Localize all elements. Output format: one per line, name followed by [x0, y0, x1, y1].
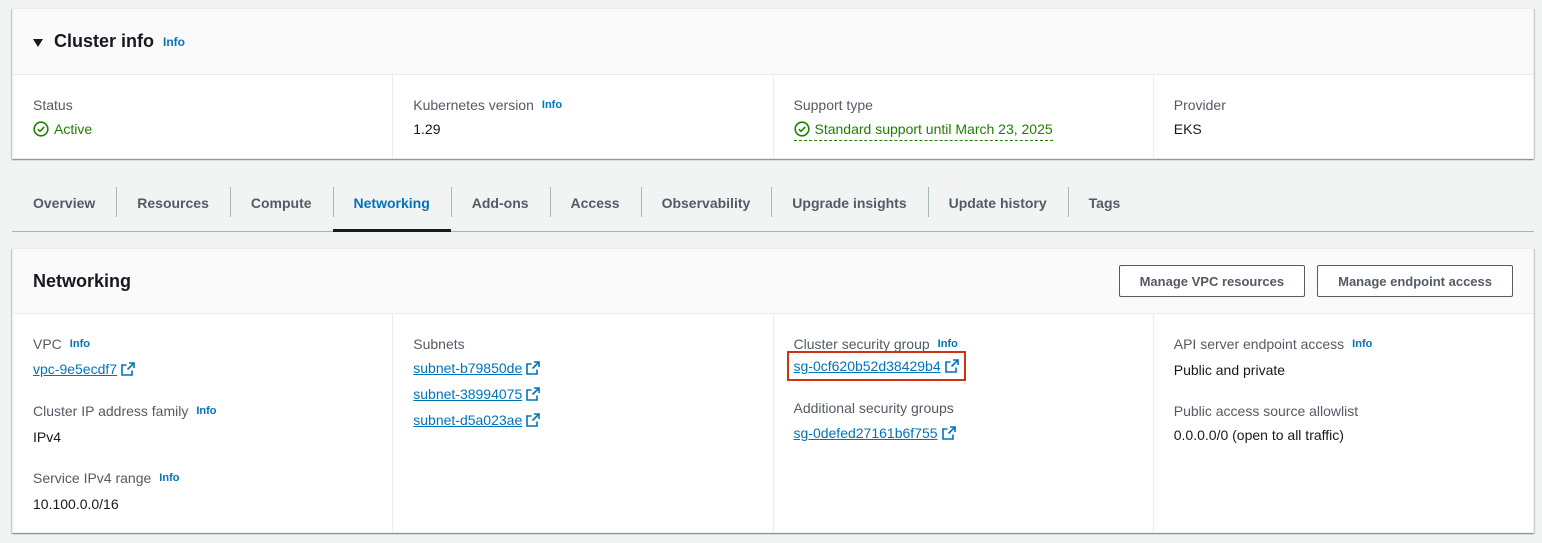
endpoint-column: API server endpoint access Info Public a…	[1152, 314, 1533, 533]
tab-update-history[interactable]: Update history	[927, 175, 1068, 231]
tab-observability[interactable]: Observability	[640, 175, 772, 231]
allowlist-value: 0.0.0.0/0 (open to all traffic)	[1174, 425, 1513, 445]
caret-down-icon[interactable]	[33, 38, 43, 47]
subnet-link-text: subnet-d5a023ae	[413, 412, 523, 428]
vpc-link-text: vpc-9e5ecdf7	[33, 361, 118, 377]
subnets-column: Subnets subnet-b79850de subnet-38994075 …	[392, 314, 772, 533]
subnet-link-text: subnet-b79850de	[413, 360, 523, 376]
k8s-version-label-text: Kubernetes version	[413, 97, 534, 113]
status-text: Active	[54, 121, 93, 137]
ip-family-label: Cluster IP address family Info	[33, 401, 372, 421]
external-link-icon	[526, 413, 541, 427]
additional-sg-link[interactable]: sg-0defed27161b6f755	[794, 423, 956, 443]
external-link-icon	[941, 426, 956, 440]
tab-access[interactable]: Access	[549, 175, 641, 231]
status-column: Status Active	[13, 75, 392, 159]
provider-value: EKS	[1173, 121, 1202, 137]
status-value: Active	[33, 119, 372, 139]
vpc-label-text: VPC	[33, 336, 62, 352]
external-link-icon	[121, 362, 135, 376]
ip-family-label-text: Cluster IP address family	[33, 403, 189, 419]
cluster-info-panel: Cluster info Info Status Active Kubernet…	[12, 8, 1534, 159]
tab-compute[interactable]: Compute	[229, 175, 333, 231]
subnet-link[interactable]: subnet-b79850de	[413, 358, 541, 378]
tab-resources[interactable]: Resources	[116, 175, 230, 231]
endpoint-access-label-text: API server endpoint access	[1173, 336, 1345, 352]
k8s-version-column: Kubernetes version Info 1.29	[392, 75, 772, 159]
support-type-label: Support type	[793, 97, 873, 113]
support-type-column: Support type Standard support until Marc…	[772, 75, 1153, 159]
service-range-label: Service IPv4 range Info	[33, 468, 372, 488]
networking-panel: Networking Manage VPC resources Manage e…	[12, 248, 1534, 533]
provider-column: Provider EKS	[1152, 75, 1533, 159]
tab-tags[interactable]: Tags	[1067, 175, 1142, 231]
service-range-label-text: Service IPv4 range	[33, 470, 152, 486]
tab-overview[interactable]: Overview	[12, 175, 116, 231]
subnets-label: Subnets	[413, 336, 465, 352]
vpc-label: VPC Info	[33, 334, 372, 354]
security-groups-column: Cluster security group Info sg-0cf620b52…	[772, 314, 1153, 533]
ip-family-value: IPv4	[33, 429, 62, 445]
k8s-version-info-link[interactable]: Info	[542, 95, 562, 115]
subnet-link[interactable]: subnet-d5a023ae	[413, 410, 541, 430]
status-label: Status	[33, 97, 73, 113]
cluster-tabs: Overview Resources Compute Networking Ad…	[12, 175, 1534, 232]
endpoint-access-value: Public and private	[1173, 362, 1286, 378]
cluster-info-header[interactable]: Cluster info Info	[13, 9, 1533, 75]
check-circle-icon	[33, 121, 49, 137]
additional-sg-link-text: sg-0defed27161b6f755	[793, 425, 938, 441]
vpc-column: VPC Info vpc-9e5ecdf7 Cluster IP address…	[13, 314, 392, 533]
networking-title: Networking	[33, 270, 132, 291]
manage-vpc-resources-button[interactable]: Manage VPC resources	[1118, 265, 1306, 297]
vpc-info-link[interactable]: Info	[70, 334, 90, 354]
allowlist-cidr: 0.0.0.0/0	[1173, 427, 1229, 443]
tab-networking[interactable]: Networking	[332, 175, 452, 232]
manage-endpoint-access-button[interactable]: Manage endpoint access	[1317, 265, 1513, 297]
service-range-value: 10.100.0.0/16	[33, 496, 119, 512]
support-type-text: Standard support until March 23, 2025	[814, 121, 1053, 137]
subnet-link-text: subnet-38994075	[413, 386, 523, 402]
endpoint-access-label: API server endpoint access Info	[1174, 334, 1513, 354]
external-link-icon	[944, 359, 959, 373]
cluster-info-title: Cluster info	[54, 31, 155, 51]
tab-add-ons[interactable]: Add-ons	[450, 175, 550, 231]
allowlist-suffix: (open to all traffic)	[1228, 427, 1344, 443]
external-link-icon	[526, 361, 541, 375]
endpoint-access-info-link[interactable]: Info	[1352, 334, 1372, 354]
cluster-sg-link[interactable]: sg-0cf620b52d38429b4	[786, 351, 966, 381]
support-type-value[interactable]: Standard support until March 23, 2025	[793, 119, 1133, 141]
service-range-info-link[interactable]: Info	[159, 468, 179, 488]
subnet-link[interactable]: subnet-38994075	[413, 384, 541, 404]
external-link-icon	[526, 387, 541, 401]
networking-header: Networking Manage VPC resources Manage e…	[13, 249, 1533, 314]
additional-sg-label: Additional security groups	[793, 400, 954, 416]
cluster-sg-link-text: sg-0cf620b52d38429b4	[793, 358, 941, 374]
allowlist-label: Public access source allowlist	[1173, 403, 1359, 419]
vpc-link[interactable]: vpc-9e5ecdf7	[33, 359, 135, 379]
check-circle-icon	[793, 121, 810, 137]
k8s-version-value: 1.29	[413, 121, 441, 137]
k8s-version-label: Kubernetes version Info	[413, 95, 752, 115]
cluster-info-info-link[interactable]: Info	[163, 35, 185, 49]
tab-upgrade-insights[interactable]: Upgrade insights	[771, 175, 927, 231]
ip-family-info-link[interactable]: Info	[196, 401, 216, 421]
provider-label: Provider	[1173, 97, 1226, 113]
